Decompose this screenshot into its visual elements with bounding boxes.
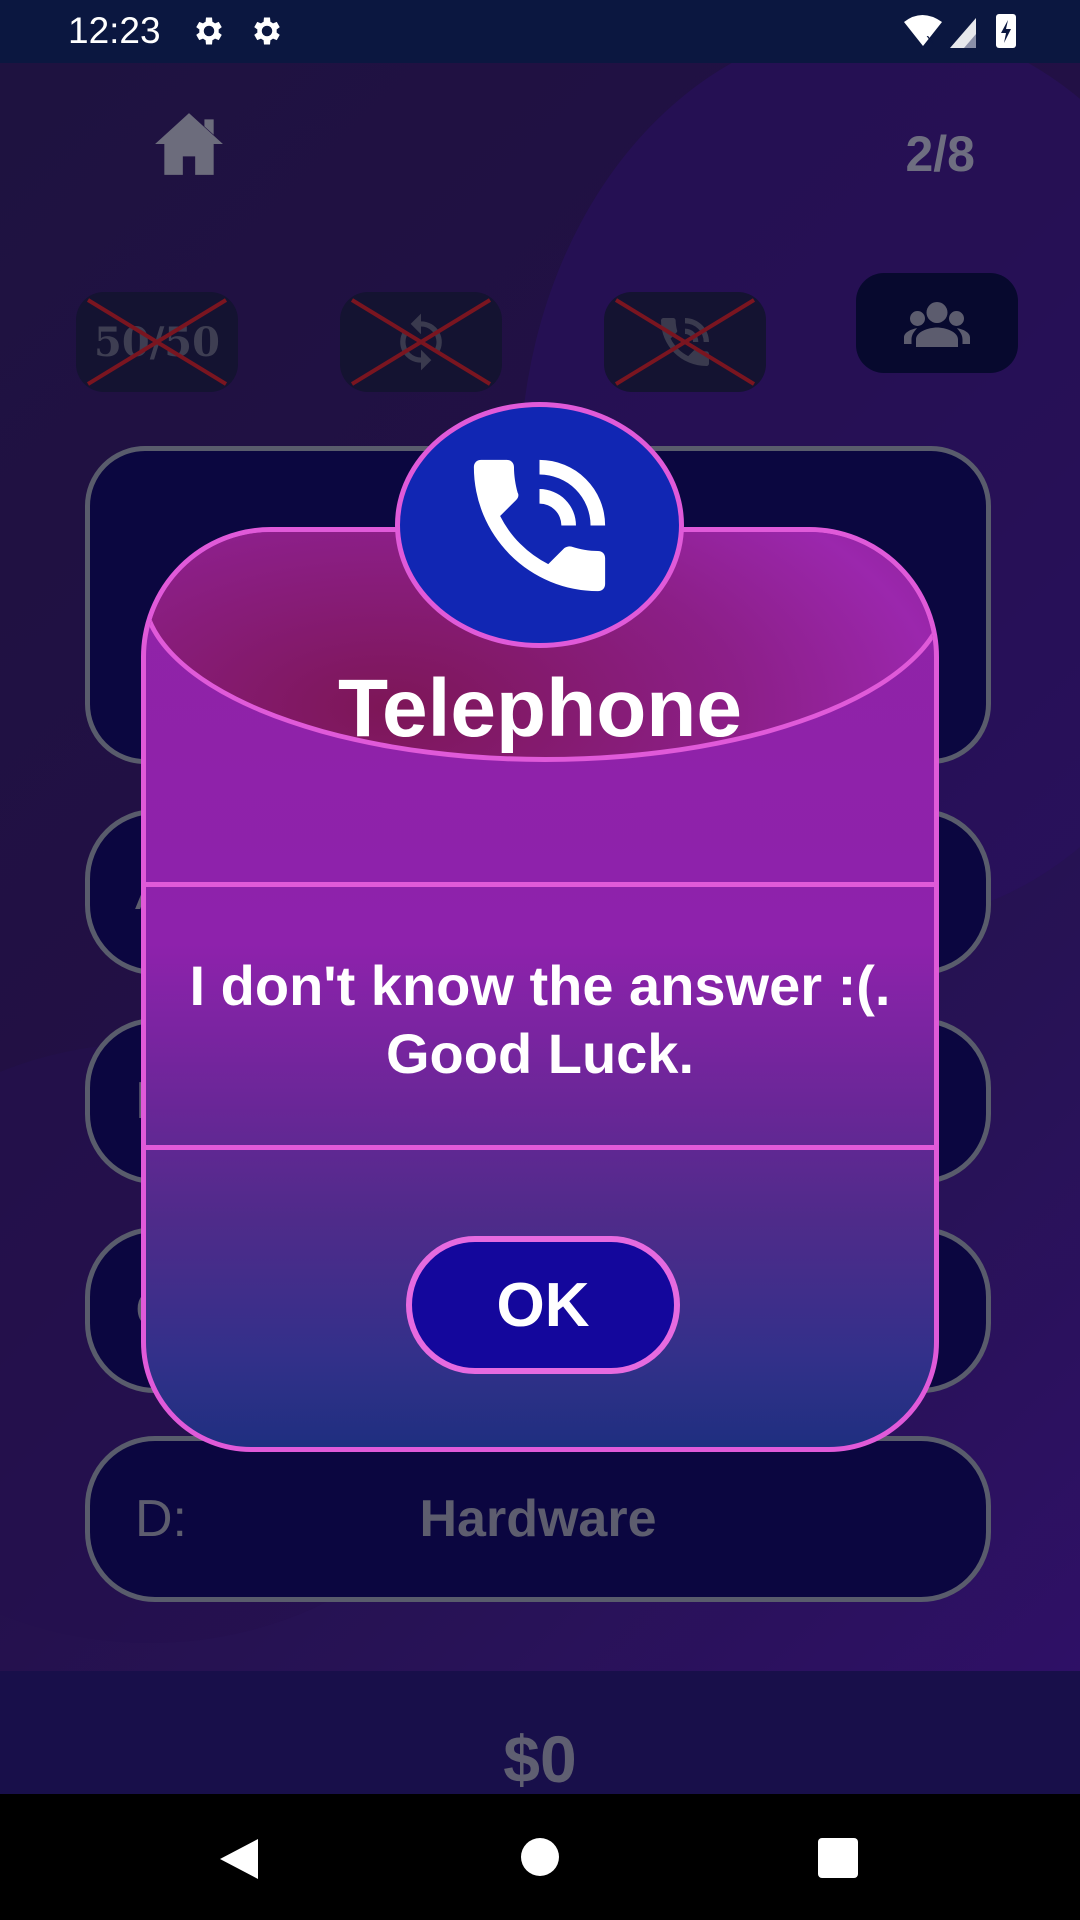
lifeline-phone-a-friend[interactable] — [604, 292, 766, 392]
group-icon — [904, 302, 970, 347]
dialog-message: I don't know the answer :(. Good Luck. — [189, 954, 891, 1085]
status-icons: x — [904, 14, 1016, 48]
telephone-dialog: Telephone I don't know the answer :(. Go… — [141, 527, 939, 1452]
lifeline-fifty-fifty[interactable]: 50/50 — [76, 292, 238, 392]
lifeline-switch-question[interactable] — [340, 292, 502, 392]
status-time: 12:23 — [68, 10, 161, 51]
settings-icon — [254, 17, 280, 45]
back-icon[interactable] — [218, 1837, 260, 1881]
answer-text: Hardware — [419, 1490, 657, 1548]
used-cross-icon — [86, 298, 228, 386]
status-bar: 12:23 x — [0, 0, 1080, 63]
divider — [146, 1145, 934, 1150]
divider — [146, 882, 934, 887]
used-cross-icon — [350, 298, 492, 386]
dialog-badge — [395, 402, 684, 648]
money-amount: $0 — [503, 1722, 577, 1794]
settings-icon — [196, 17, 222, 45]
recents-icon[interactable] — [818, 1838, 858, 1878]
home-icon[interactable] — [150, 107, 228, 181]
answer-d[interactable]: D: Hardware — [85, 1436, 991, 1602]
lifeline-ask-audience[interactable] — [856, 273, 1018, 373]
svg-text:x: x — [926, 32, 934, 48]
dialog-title: Telephone — [338, 663, 742, 754]
ok-button[interactable]: OK — [406, 1236, 680, 1374]
used-cross-icon — [614, 298, 756, 386]
home-nav-icon[interactable] — [521, 1838, 559, 1876]
wifi-icon — [904, 15, 942, 46]
phone-icon — [473, 459, 606, 591]
question-progress: 2/8 — [905, 126, 975, 182]
